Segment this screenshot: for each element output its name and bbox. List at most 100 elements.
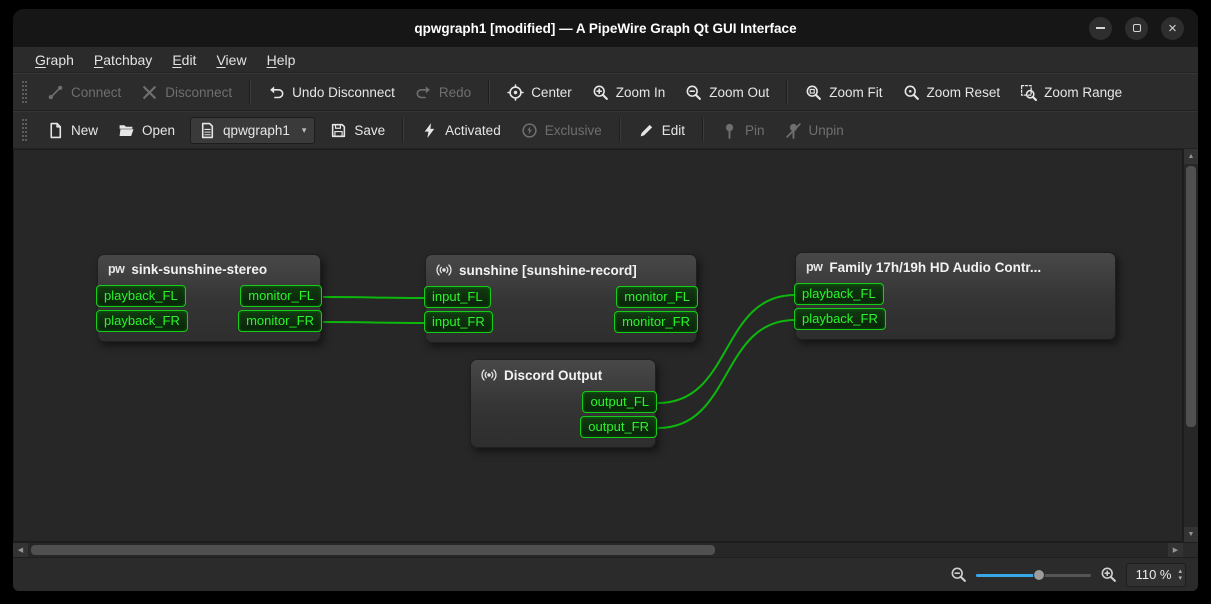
toolbar-handle[interactable] [22,81,27,103]
open-icon [118,122,135,139]
app-window: qpwgraph1 [modified] — A PipeWire Graph … [13,9,1198,591]
zoom-in-button[interactable]: Zoom In [583,78,675,107]
connect-icon [47,84,64,101]
unpin-button[interactable]: Unpin [776,116,853,145]
exclusive-icon [521,122,538,139]
maximize-button[interactable] [1125,16,1148,40]
zoom-reset-button[interactable]: Zoom Reset [894,78,1010,107]
port-input-fr[interactable]: input_FR [424,311,493,333]
zoom-in-icon [592,84,609,101]
toolbar-button-label: Zoom Range [1044,84,1123,100]
zoom-in-icon[interactable] [1100,566,1117,583]
menu-view[interactable]: View [206,49,256,71]
chevron-down-icon: ▾ [301,124,307,135]
patchbay-combo[interactable]: qpwgraph1 ▾ [190,116,316,144]
scroll-left-arrow[interactable]: ◀ [13,543,28,557]
new-icon [47,122,64,139]
zoom-slider-handle[interactable] [1032,568,1045,581]
open-button[interactable]: Open [109,116,184,145]
connect-button[interactable]: Connect [38,78,130,107]
node-family-hd-audio[interactable]: pw Family 17h/19h HD Audio Contr... playba… [794,252,1116,340]
redo-button[interactable]: Redo [406,78,480,107]
port-playback-fr[interactable]: playback_FR [794,308,886,330]
toolbar-button-label: Zoom Reset [926,84,1001,100]
menu-help[interactable]: Help [257,49,306,71]
node-title: sink-sunshine-stereo [131,262,268,277]
window-controls: × [1089,16,1198,40]
pin-button[interactable]: Pin [712,116,774,145]
vertical-scrollbar[interactable]: ▲ ▼ [1183,149,1198,542]
zoom-spin-down-button[interactable]: ▾ [1178,575,1182,582]
menu-edit[interactable]: Edit [162,49,206,71]
close-button[interactable]: × [1161,16,1184,40]
zoom-spin-arrows: ▴ ▾ [1178,568,1182,582]
title-bar[interactable]: qpwgraph1 [modified] — A PipeWire Graph … [13,9,1198,47]
node-sunshine-record[interactable]: sunshine [sunshine-record] input_FL monito… [424,254,698,343]
graph-canvas[interactable]: pw sink-sunshine-stereo playback_FL monitor… [13,149,1183,542]
vertical-scroll-track[interactable] [1184,164,1198,527]
minimize-button[interactable] [1089,16,1112,40]
node-title: Family 17h/19h HD Audio Contr... [829,260,1042,275]
new-button[interactable]: New [38,116,107,145]
port-playback-fr[interactable]: playback_FR [96,310,188,332]
zoom-fit-button[interactable]: Zoom Fit [796,78,891,107]
minimize-icon [1096,27,1105,29]
node-sink-sunshine-stereo[interactable]: pw sink-sunshine-stereo playback_FL monitor… [96,254,322,342]
undo-icon [268,84,285,101]
horizontal-scrollbar[interactable]: ◀ ▶ [13,542,1198,557]
toolbar-separator [702,118,704,142]
zoom-slider[interactable] [975,566,1091,584]
window-title: qpwgraph1 [modified] — A PipeWire Graph … [414,20,797,36]
toolbar-button-label: Center [531,84,572,100]
toolbar-button-label: Unpin [808,122,844,138]
maximize-icon [1132,24,1141,32]
toolbar-button-label: Open [142,122,176,138]
toolbar-separator [249,80,252,104]
vertical-scroll-thumb[interactable] [1186,166,1196,428]
scroll-up-arrow[interactable]: ▲ [1184,149,1198,164]
record-icon [436,262,452,278]
port-monitor-fl[interactable]: monitor_FL [240,285,322,307]
port-input-fl[interactable]: input_FL [424,286,491,308]
edit-button[interactable]: Edit [629,116,694,145]
node-discord-output[interactable]: Discord Output output_FL output_FR [470,359,657,448]
toolbar-main: Connect Disconnect Undo Disconnect Redo Cent… [13,73,1198,111]
horizontal-scroll-thumb[interactable] [31,545,715,555]
edit-icon [638,122,655,139]
toolbar-button-label: Exclusive [544,122,602,138]
activated-button[interactable]: Activated [412,116,510,145]
toolbar-button-label: Activated [445,122,501,138]
zoom-spin-up-button[interactable]: ▴ [1178,568,1182,575]
redo-icon [415,84,432,101]
port-playback-fl[interactable]: playback_FL [794,283,884,305]
port-output-fl[interactable]: output_FL [582,391,657,413]
center-button[interactable]: Center [498,78,581,107]
zoom-spinbox[interactable]: 110 % ▴ ▾ [1125,562,1186,587]
menu-patchbay[interactable]: Patchbay [84,49,162,71]
exclusive-button[interactable]: Exclusive [512,116,611,145]
port-playback-fl[interactable]: playback_FL [96,285,186,307]
horizontal-scroll-track[interactable] [28,543,1168,557]
port-monitor-fl[interactable]: monitor_FL [616,286,698,308]
pipewire-icon: pw [806,260,823,275]
toolbar-button-label: Edit [661,122,685,138]
toolbar-button-label: qpwgraph1 [223,122,290,138]
toolbar-button-label: Zoom In [615,84,666,100]
port-output-fr[interactable]: output_FR [580,416,657,438]
menu-graph[interactable]: Graph [25,49,84,71]
undo-disconnect-button[interactable]: Undo Disconnect [259,78,404,107]
port-monitor-fr[interactable]: monitor_FR [614,311,698,333]
disconnect-button[interactable]: Disconnect [132,78,241,107]
save-button[interactable]: Save [321,116,394,145]
toolbar-button-label: Redo [438,84,472,100]
port-monitor-fr[interactable]: monitor_FR [238,310,322,332]
scroll-down-arrow[interactable]: ▼ [1184,527,1198,542]
toolbar-separator [488,80,491,104]
toolbar-handle[interactable] [22,119,27,141]
zoom-out-icon[interactable] [950,566,967,583]
zoom-range-button[interactable]: Zoom Range [1011,78,1131,107]
scroll-right-arrow[interactable]: ▶ [1168,543,1183,557]
pin-icon [721,122,738,139]
zoom-out-button[interactable]: Zoom Out [676,78,778,107]
unpin-icon [785,122,802,139]
